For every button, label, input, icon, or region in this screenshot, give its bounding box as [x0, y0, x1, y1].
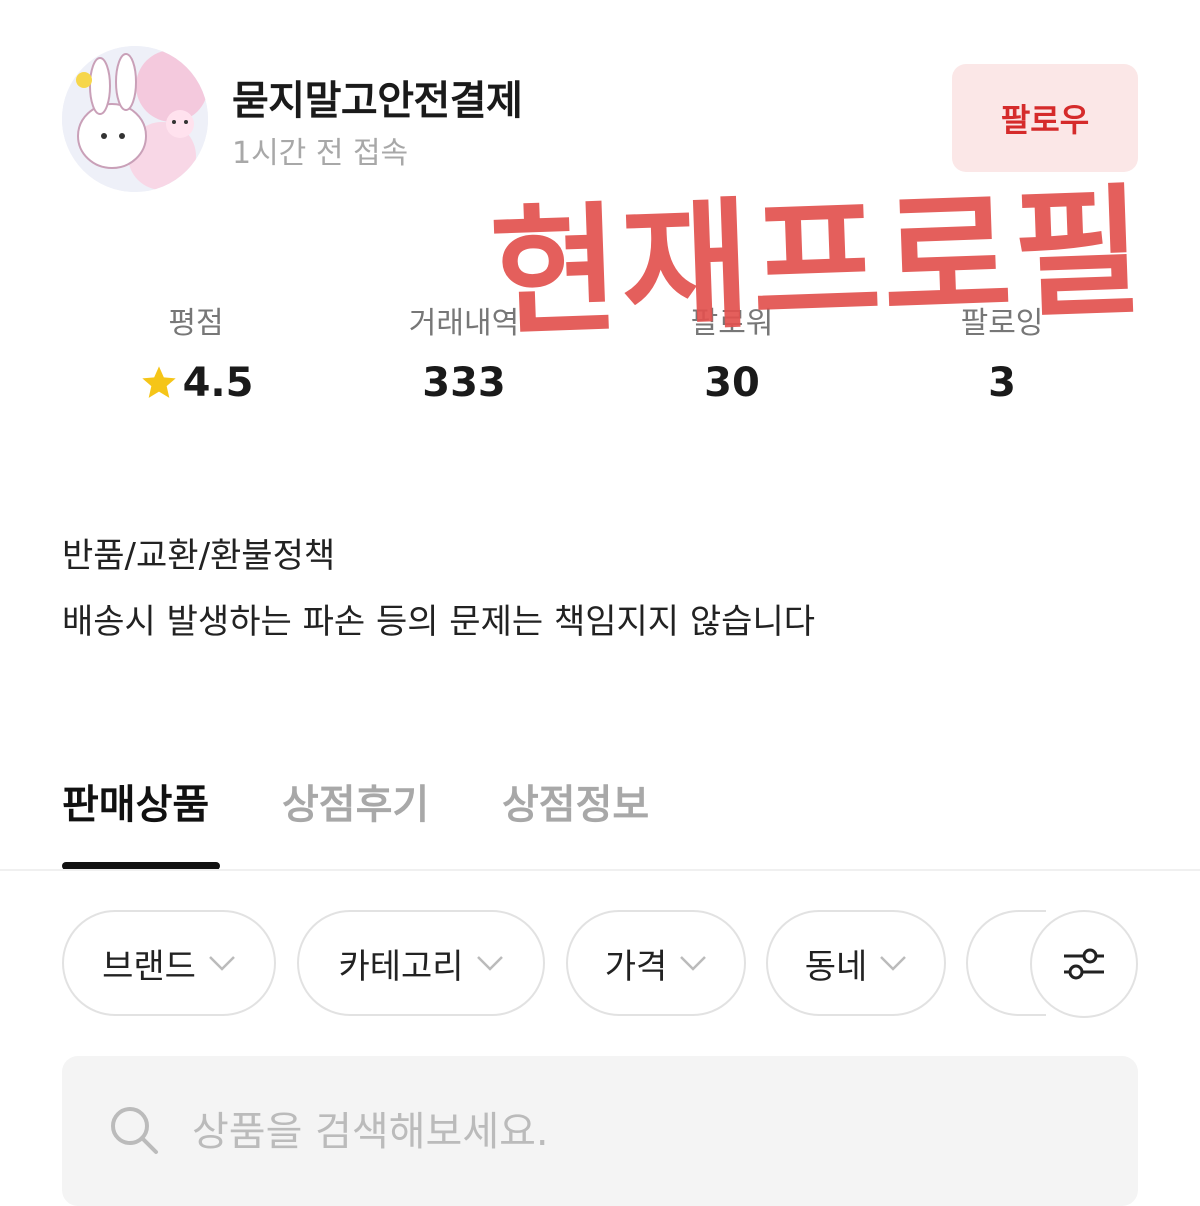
avatar-image	[62, 46, 208, 192]
last-seen-status: 1시간 전 접속	[232, 136, 409, 171]
filter-label: 카테고리	[338, 946, 464, 987]
stat-value: 333	[422, 360, 506, 406]
filter-brand[interactable]: 브랜드	[62, 910, 276, 1016]
filter-neighborhood[interactable]: 동네	[766, 910, 946, 1016]
filter-category[interactable]: 카테고리	[297, 910, 545, 1016]
filter-label: 브랜드	[102, 946, 196, 987]
chevron-down-icon	[476, 956, 503, 971]
stat-value: 30	[704, 360, 760, 406]
chevron-down-icon	[209, 956, 235, 971]
filter-label: 가격	[604, 946, 668, 987]
policy-title: 반품/교환/환불정책	[62, 536, 336, 576]
stat-value: 4.5	[182, 360, 254, 406]
chevron-down-icon	[680, 956, 707, 971]
search-icon	[111, 1107, 158, 1154]
filter-settings-button[interactable]	[1030, 910, 1138, 1018]
product-search-bar[interactable]	[62, 1056, 1138, 1206]
stat-value: 3	[988, 360, 1016, 406]
filter-label: 동네	[804, 946, 868, 987]
tab-products[interactable]: 판매상품	[62, 772, 209, 830]
stat-rating[interactable]: 평점 4.5	[62, 300, 330, 406]
policy-text: 배송시 발생하는 파손 등의 문제는 책임지지 않습니다	[62, 602, 816, 642]
tab-reviews[interactable]: 상점후기	[282, 772, 429, 830]
chevron-down-icon	[880, 956, 907, 971]
tab-divider	[0, 869, 1200, 871]
stat-label: 평점	[168, 306, 224, 341]
search-input[interactable]	[190, 1096, 1094, 1168]
star-icon	[141, 366, 176, 398]
sliders-icon	[1064, 948, 1104, 980]
tab-shop-info[interactable]: 상점정보	[502, 772, 649, 830]
handwritten-annotation: 현재프로필	[487, 170, 1148, 357]
shop-name: 묻지말고안전결제	[232, 78, 523, 124]
shop-avatar[interactable]	[62, 46, 208, 192]
filter-price[interactable]: 가격	[566, 910, 746, 1016]
